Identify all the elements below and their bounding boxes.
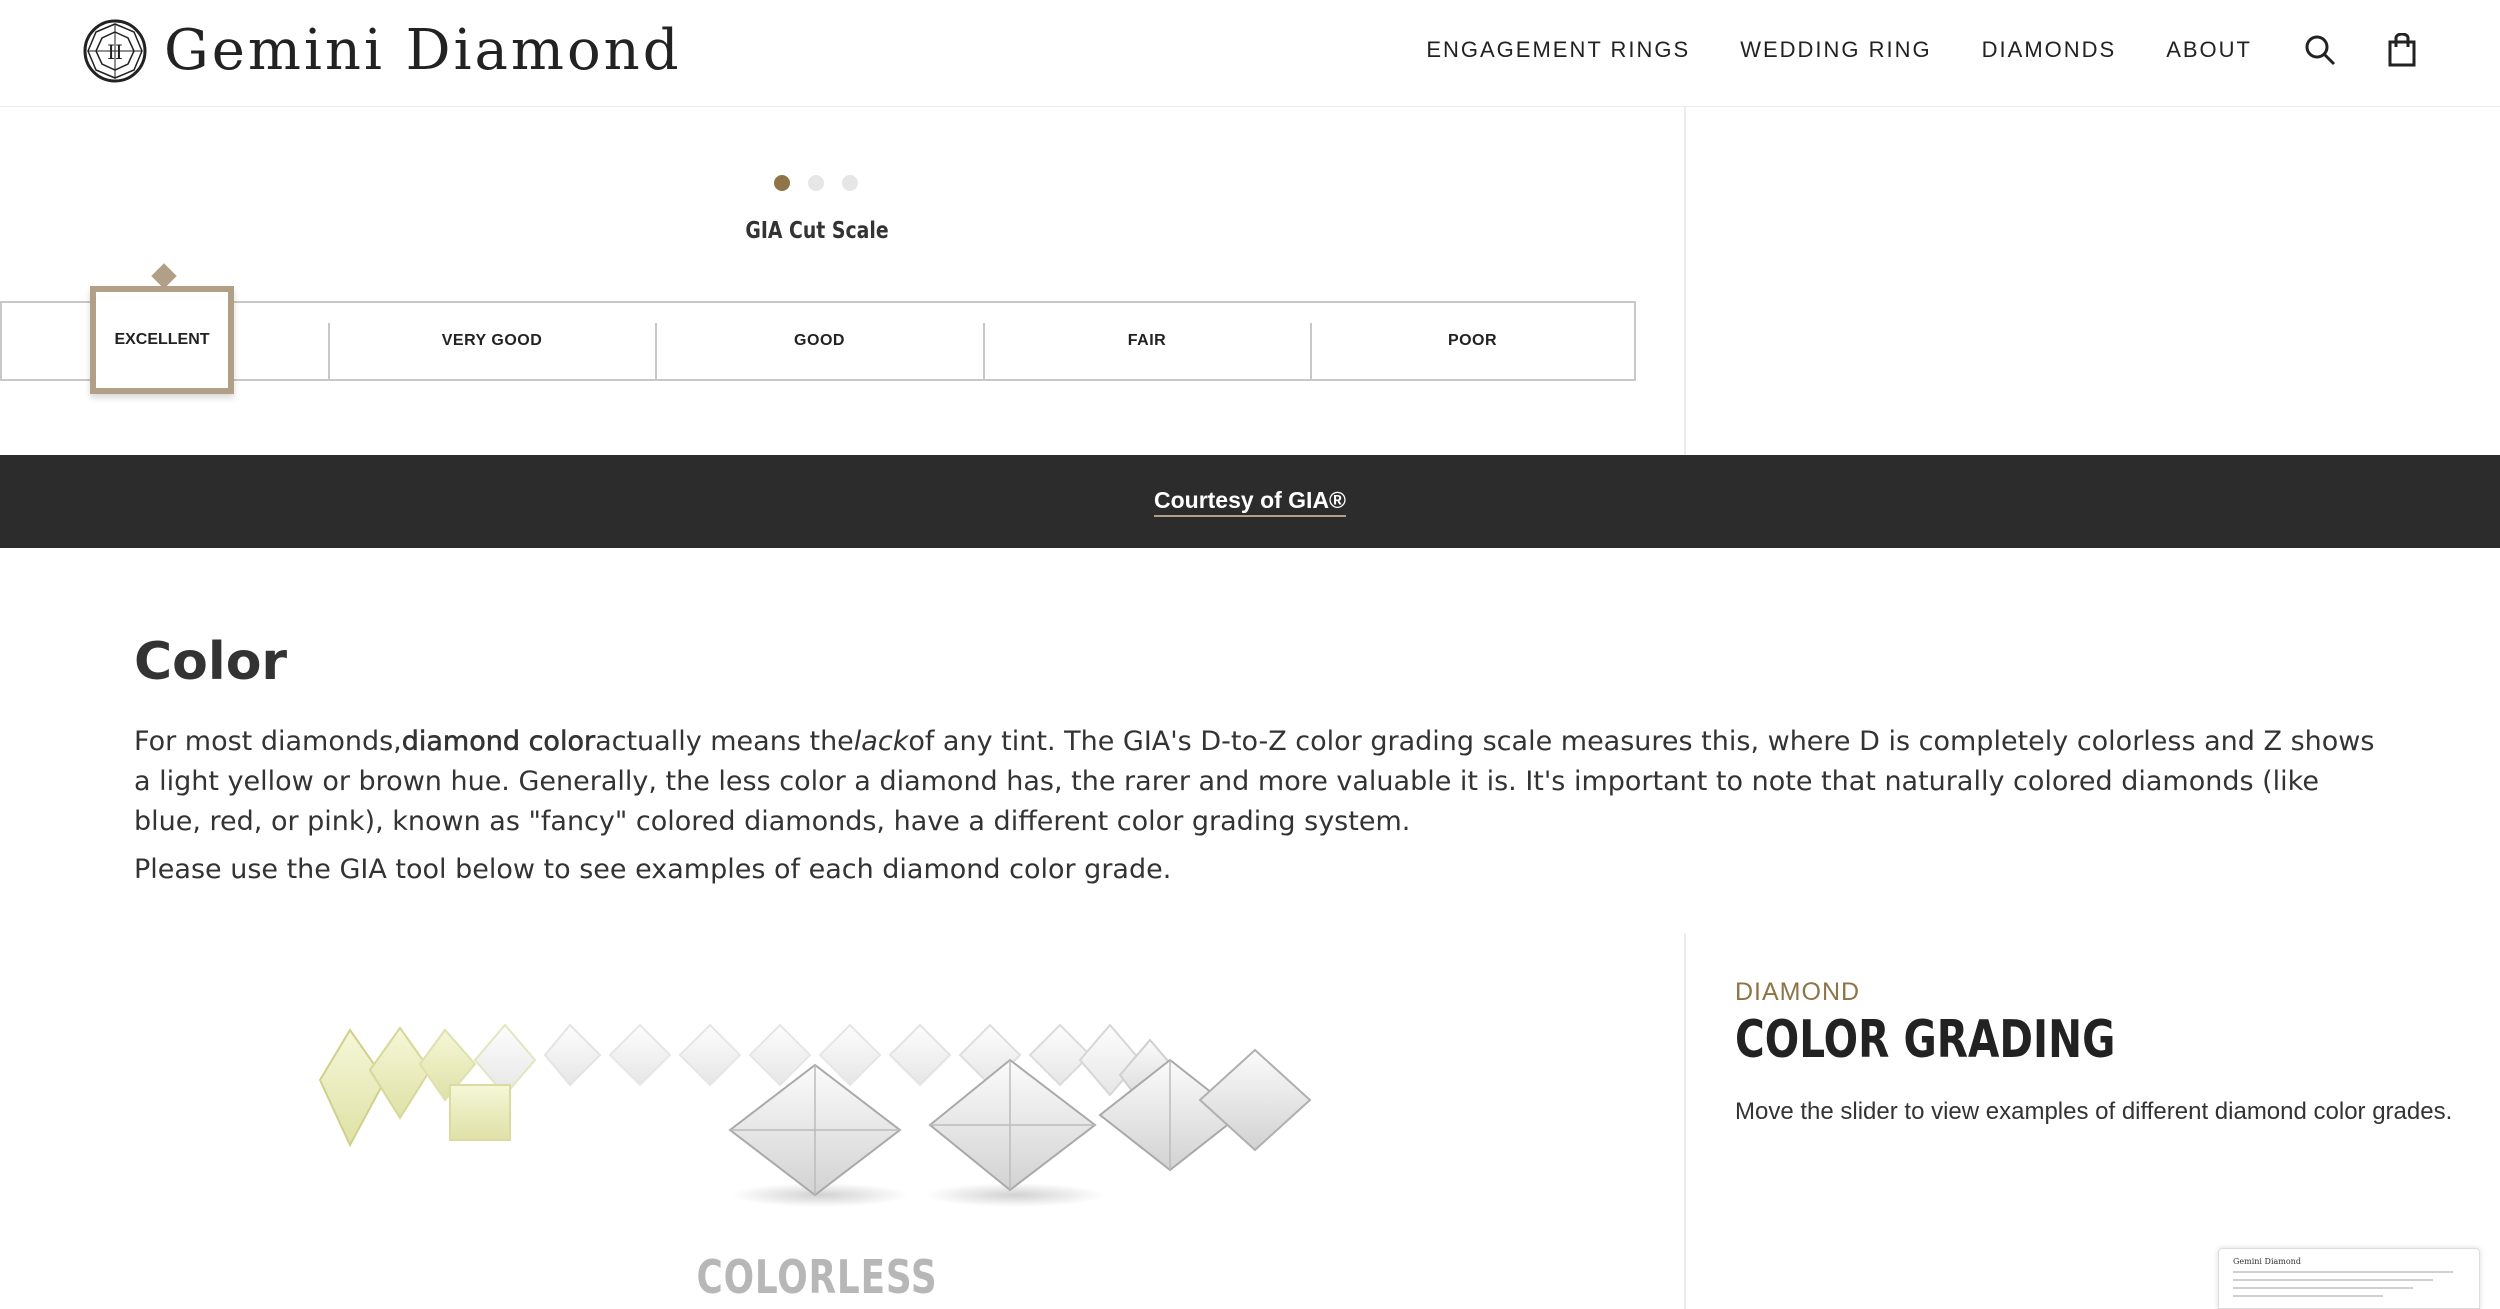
cut-scale-bar: EXCELLENT VERY GOOD GOOD FAIR POOR (0, 301, 1636, 381)
carousel-dots (774, 175, 876, 191)
thumbnail-logo: Gemini Diamond (2233, 1257, 2301, 1266)
cut-scale-slider-handle[interactable]: EXCELLENT (90, 286, 234, 394)
courtesy-band: Courtesy of GIA® (0, 455, 2500, 548)
cut-scale-title: GIA Cut Scale (745, 218, 889, 244)
main-nav: ENGAGEMENT RINGS WEDDING RING DIAMONDS A… (1426, 0, 2500, 100)
color-tool-note: Please use the GIA tool below to see exa… (134, 854, 1172, 885)
color-heading: Color (134, 632, 288, 692)
brand-logo[interactable]: II Gemini Diamond (82, 18, 682, 84)
diamond-color-examples-image (318, 1023, 1312, 1207)
nav-about[interactable]: ABOUT (2166, 37, 2252, 63)
color-grading-title: COLOR GRADING (1735, 1010, 2116, 1070)
color-description: For most diamonds,diamond coloractually … (134, 722, 2394, 842)
color-text-bold: diamond color (401, 726, 596, 758)
scale-grade-good[interactable]: GOOD (656, 303, 983, 379)
color-grade-label: COLORLESS (D) (696, 1250, 938, 1309)
section-divider (1684, 107, 1686, 455)
section-divider (1684, 933, 1686, 1309)
diamond-front-row (728, 1048, 1312, 1207)
site-header: II Gemini Diamond ENGAGEMENT RINGS WEDDI… (0, 0, 2500, 107)
gemini-logo-icon: II (83, 19, 147, 83)
scale-grade-fair[interactable]: FAIR (984, 303, 1310, 379)
carousel-dot-1[interactable] (774, 175, 790, 191)
brand-name: Gemini Diamond (164, 18, 682, 83)
color-text-italic: lack (853, 726, 909, 757)
carousel-dot-3[interactable] (842, 175, 858, 191)
scale-grade-very-good[interactable]: VERY GOOD (329, 303, 655, 379)
shopping-bag-icon[interactable] (2384, 32, 2420, 68)
nav-engagement-rings[interactable]: ENGAGEMENT RINGS (1426, 37, 1690, 63)
thumbnail-line (2233, 1295, 2383, 1297)
page-thumbnail-preview[interactable]: Gemini Diamond (2218, 1248, 2480, 1309)
slider-handle-diamond-icon (151, 263, 177, 289)
thumbnail-line (2233, 1279, 2433, 1281)
color-text-2: actually means the (595, 726, 854, 757)
scale-grade-poor[interactable]: POOR (1311, 303, 1634, 379)
courtesy-gia-link[interactable]: Courtesy of GIA® (1153, 487, 1347, 517)
svg-text:II: II (107, 40, 123, 64)
thumbnail-line (2233, 1271, 2453, 1273)
search-icon[interactable] (2302, 32, 2338, 68)
nav-diamonds[interactable]: DIAMONDS (1982, 37, 2117, 63)
color-grading-description: Move the slider to view examples of diff… (1735, 1098, 2453, 1125)
color-text-1: For most diamonds, (134, 726, 402, 757)
thumbnail-line (2233, 1287, 2413, 1289)
color-grading-kicker: DIAMOND (1735, 978, 1861, 1006)
nav-wedding-ring[interactable]: WEDDING RING (1740, 37, 1931, 63)
carousel-dot-2[interactable] (808, 175, 824, 191)
